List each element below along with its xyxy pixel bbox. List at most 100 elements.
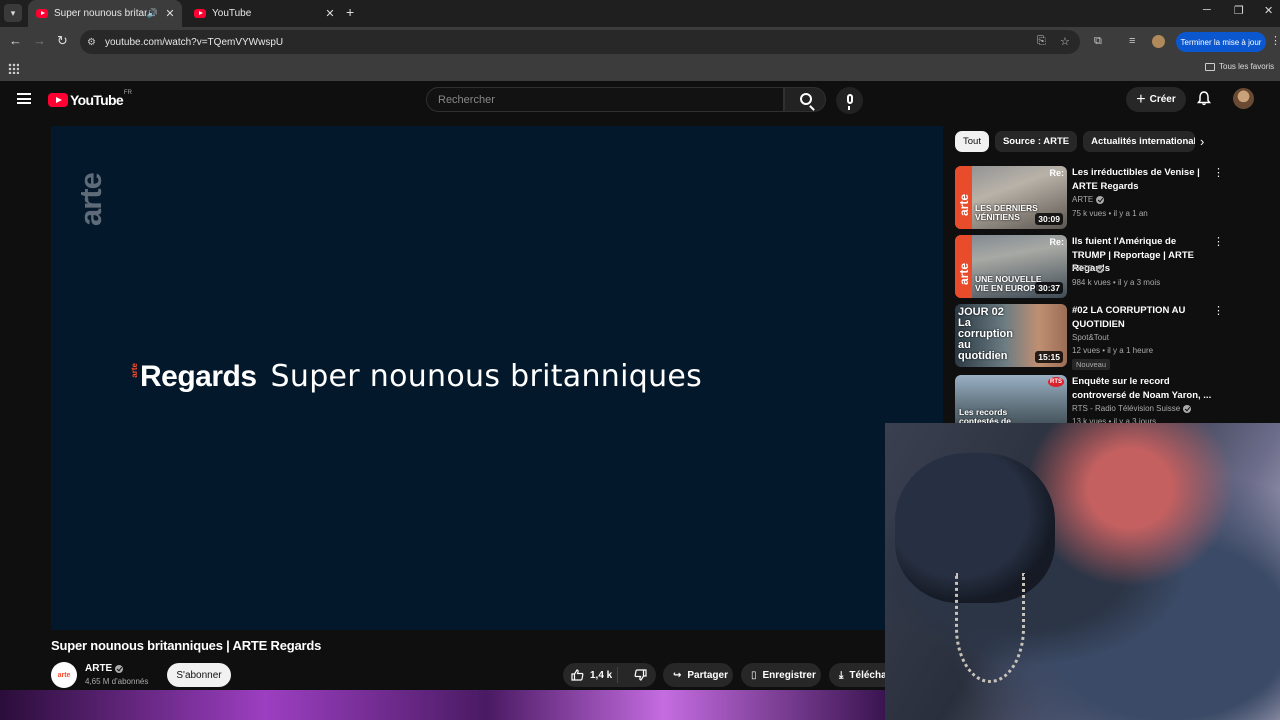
chip-source-arte[interactable]: Source : ARTE [994,131,1078,152]
recommendation-stats: 984 k vues • il y a 3 mois [1072,278,1161,287]
audio-playing-icon[interactable]: 🔊 [147,8,158,19]
logo-text: YouTube [70,92,124,108]
subscribe-button[interactable]: S'abonner [167,663,231,687]
create-button[interactable]: + Créer [1126,87,1186,112]
recommendation-title[interactable]: Les irréductibles de Venise | ARTE Regar… [1072,166,1212,193]
more-options-icon[interactable]: ⋮ [1213,375,1215,388]
thumbnail-caption: JOUR 02 La corruption au quotidien [958,306,1013,362]
verified-icon [115,664,124,673]
recommendation-channel[interactable]: RTS - Radio Télévision Suisse [1072,404,1192,413]
recommendation-item[interactable]: arte Re: LES DERNIERS VÉNITIENS 30:09 Le… [955,166,1224,230]
notifications-bell-icon[interactable] [1197,91,1211,106]
close-tab-icon[interactable]: ✕ [162,7,178,20]
more-options-icon[interactable]: ⋮ [1213,235,1224,248]
thumbs-down-icon [634,669,647,681]
view-count: 12 vues [1072,346,1101,355]
chip-all[interactable]: Tout [955,131,989,152]
chevron-right-icon[interactable]: › [1200,134,1204,149]
forward-icon[interactable]: → [33,33,46,48]
update-button[interactable]: Terminer la mise à jour [1176,32,1266,52]
verified-icon [1096,195,1105,204]
overlay-background-strip [0,690,885,720]
voice-search-button[interactable] [836,87,863,114]
video-thumbnail[interactable]: RTS Les records contestés de [955,375,1067,425]
arte-thumb-strip: arte [955,166,972,229]
chip-world-news[interactable]: Actualités internationale [1083,131,1196,152]
maximize-icon[interactable]: ❐ [1234,4,1244,17]
upload-age: il y a 1 an [1113,209,1148,218]
recommendation-stats: 12 vues • il y a 1 heure [1072,346,1154,355]
upload-age: il y a 1 heure [1107,346,1154,355]
verified-icon [1183,404,1192,413]
save-button[interactable]: ▯ Enregistrer [741,663,821,687]
video-thumbnail[interactable]: JOUR 02 La corruption au quotidien 15:15 [955,304,1067,367]
apps-grid-icon[interactable] [8,63,19,74]
more-options-icon[interactable]: ⋮ [1213,166,1224,179]
recommendation-item[interactable]: JOUR 02 La corruption au quotidien 15:15… [955,304,1224,370]
extensions-icon[interactable]: ⧉ [1094,35,1102,48]
tab-active[interactable]: Super nounous britanniques 🔊 ✕ [28,0,182,27]
account-avatar[interactable] [1233,88,1254,109]
view-count: 75 k vues [1072,209,1107,218]
like-dislike-group: 1,4 k [563,663,656,687]
tab-search-icon[interactable]: ▾ [4,4,22,22]
site-info-icon[interactable]: ⚙ [87,37,101,48]
recommendation-channel[interactable]: ARTE [1072,264,1105,273]
recommendation-channel-name: ARTE [1072,264,1094,273]
close-window-icon[interactable]: ✕ [1264,4,1273,17]
video-thumbnail[interactable]: arte Re: UNE NOUVELLE VIE EN EUROPE 30:3… [955,235,1067,298]
like-button[interactable]: 1,4 k [563,667,619,683]
video-title-card: arte Regards Super nounous britanniques [130,359,702,394]
all-bookmarks-folder[interactable]: Tous les favoris [1205,62,1274,71]
search-box[interactable] [426,87,784,112]
re-logo: Re: [1049,168,1064,178]
dislike-button[interactable] [624,669,656,681]
reload-icon[interactable]: ↻ [57,33,68,49]
video-duration: 15:15 [1035,351,1063,363]
share-icon: ↪ [673,669,682,681]
search-input[interactable] [436,92,766,107]
minimize-icon[interactable]: ─ [1203,4,1211,16]
search-icon [800,93,812,105]
youtube-play-icon [48,93,68,107]
url-text[interactable]: youtube.com/watch?v=TQemVYWwspU [105,37,283,48]
recommendation-item[interactable]: RTS Les records contestés de Enquête sur… [955,375,1215,425]
video-player[interactable]: arte arte Regards Super nounous britanni… [51,126,943,630]
recommendation-item[interactable]: arte Re: UNE NOUVELLE VIE EN EUROPE 30:3… [955,235,1224,299]
search-button[interactable] [784,87,826,112]
recommendation-title[interactable]: #02 LA CORRUPTION AU QUOTIDIEN [1072,304,1212,331]
close-tab-icon[interactable]: ✕ [322,7,338,20]
subscriber-count: 4,65 M d'abonnés [85,677,149,686]
verified-icon [1096,264,1105,273]
thumbs-up-icon [571,669,584,681]
more-options-icon[interactable]: ⋮ [1213,304,1224,317]
recommendation-channel-name: ARTE [1072,195,1094,204]
recommendation-channel[interactable]: ARTE [1072,195,1105,204]
arte-watermark-text: arte [73,173,108,226]
new-tab-icon[interactable]: + [346,4,354,20]
profile-avatar-icon[interactable] [1152,35,1165,48]
country-code: FR [123,90,132,96]
tab-youtube[interactable]: YouTube ✕ [186,0,342,27]
webcam-overlay [885,423,1280,720]
reading-list-icon[interactable]: ≡ [1129,35,1135,47]
filter-chips: Tout Source : ARTE Actualités internatio… [955,131,1196,152]
new-badge: Nouveau [1072,359,1111,370]
menu-icon[interactable] [17,93,31,104]
channel-name[interactable]: ARTE [85,663,124,674]
install-app-icon[interactable]: ⎘ [1037,35,1046,48]
bookmark-star-icon[interactable]: ☆ [1060,35,1070,48]
recommendation-title[interactable]: Enquête sur le record controversé de Noa… [1072,375,1212,402]
share-button[interactable]: ↪ Partager [663,663,733,687]
browser-menu-icon[interactable]: ⋮ [1270,34,1280,47]
back-icon[interactable]: ← [9,33,22,48]
re-logo: Re: [1049,237,1064,247]
youtube-logo[interactable]: YouTube FR [48,90,132,108]
recommendation-channel[interactable]: Spot&Tout [1072,333,1109,342]
video-thumbnail[interactable]: arte Re: LES DERNIERS VÉNITIENS 30:09 [955,166,1067,229]
channel-avatar[interactable]: arte [51,662,77,688]
browser-tab-strip: ▾ Super nounous britanniques 🔊 ✕ YouTube… [0,0,1280,27]
bookmarks-folder-label: Tous les favoris [1219,62,1275,71]
address-bar[interactable]: ⚙ youtube.com/watch?v=TQemVYWwspU [80,30,1080,54]
save-label: Enregistrer [762,669,816,681]
